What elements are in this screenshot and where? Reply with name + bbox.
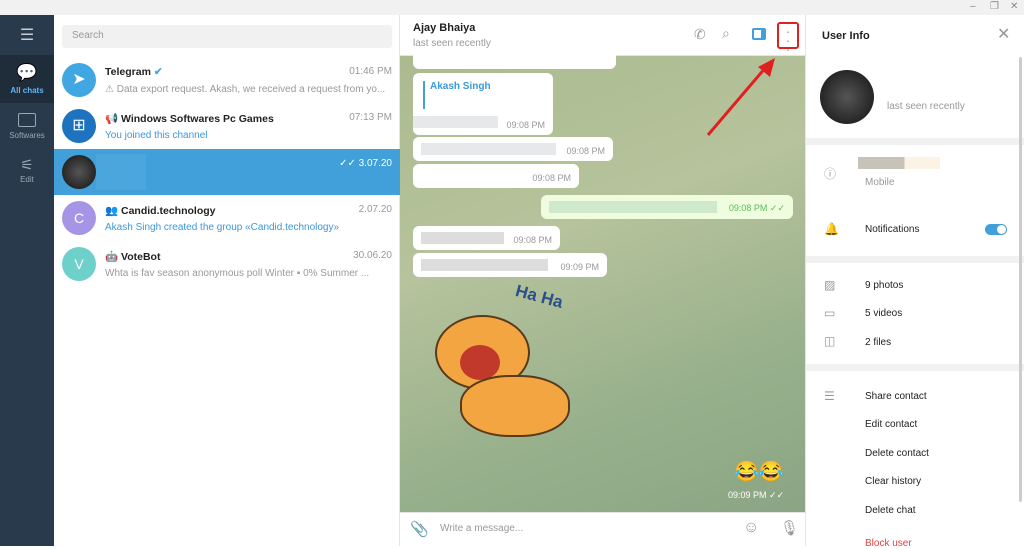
double-check-icon: ✓✓ [769,203,785,213]
delete-chat-button[interactable]: Delete chat [865,505,916,516]
message-time: 09:09 PM ✓✓ [728,490,785,500]
annotation-arrow [706,58,775,136]
telegram-avatar: ➤ [62,63,96,97]
sidebar-item-all-chats[interactable]: 💬 All chats [0,55,54,103]
user-status: last seen recently [887,101,965,112]
message-bubble [413,55,616,69]
info-icon: ⓘ [824,167,837,181]
chat-item-windows-softwares[interactable]: ⊞ 📢 Windows Softwares Pc Games 07:13 PM … [54,103,400,149]
share-contact-button[interactable]: Share contact [865,391,927,402]
message-bubble: 09:08 PM [413,226,560,250]
avatar [62,155,96,189]
avatar: V [62,247,96,281]
chat-item-candid[interactable]: C 👥 Candid.technology 2.07.20 Akash Sing… [54,195,400,241]
avatar: C [62,201,96,235]
scrollbar[interactable] [1019,57,1022,502]
sliders-icon: ⚟ [20,157,34,174]
panel-title: User Info [822,30,870,42]
chat-title[interactable]: Ajay Bhaiya [413,22,475,34]
chat-item-telegram[interactable]: ➤ Telegram ✔ 01:46 PM ⚠ Data export requ… [54,57,400,103]
phone-icon[interactable]: ✆ [694,26,706,43]
message-input-bar: 📎 Write a message... ☺ 🎙 [400,512,805,546]
sidebar-item-softwares[interactable]: Softwares [0,109,54,149]
title-bar: – ❐ ✕ [0,0,1024,15]
sidebar-toggle-icon[interactable] [752,28,766,40]
restore-icon[interactable]: ❐ [990,1,999,12]
redacted-name [96,154,146,190]
videos-link[interactable]: 5 videos [865,308,902,319]
bell-icon: 🔔 [824,222,839,236]
chat-panel: Ajay Bhaiya last seen recently ✆ ⌕ · · · A… [400,15,805,546]
chat-item-selected[interactable]: ✓✓ 3.07.20 [54,149,400,195]
chat-item-votebot[interactable]: V 🤖 VoteBot 30.06.20 Whta is fav season … [54,241,400,287]
redacted-phone [858,157,940,169]
clear-history-button[interactable]: Clear history [865,476,921,487]
chat-status: last seen recently [413,38,491,49]
emoji-icon[interactable]: ☺ [743,519,759,537]
chats-icon: 💬 [16,63,38,82]
sticker-ha-text: Ha Ha [513,281,565,312]
message-bubble: 09:09 PM [413,253,607,277]
chat-header: Ajay Bhaiya last seen recently ✆ ⌕ · · · [400,15,805,56]
message-input[interactable]: Write a message... [440,523,523,534]
message-bubble: 09:08 PM [413,164,579,188]
chat-list: Search ➤ Telegram ✔ 01:46 PM ⚠ Data expo… [54,15,400,546]
block-user-button[interactable]: Block user [865,538,912,549]
double-check-icon: ✓✓ [339,158,356,169]
delete-contact-button[interactable]: Delete contact [865,448,929,459]
folder-icon [18,113,36,127]
photos-link[interactable]: 9 photos [865,280,903,291]
minimize-icon[interactable]: – [970,1,976,12]
notifications-toggle[interactable] [985,224,1007,235]
sidebar-item-edit[interactable]: ⚟ Edit [0,157,54,197]
message-bubble-outgoing: 09:08 PM ✓✓ [541,195,793,219]
file-icon: ◫ [824,334,836,348]
video-icon: ▭ [824,306,836,320]
avatar[interactable] [820,70,874,124]
windows-avatar: ⊞ [62,109,96,143]
bot-icon: 🤖 [105,251,119,263]
microphone-icon[interactable]: 🎙 [780,519,799,537]
tiger-sticker: Ha Ha [430,281,580,440]
edit-contact-button[interactable]: Edit contact [865,419,917,430]
list-icon: ☰ [824,389,835,403]
message-bubble: 09:08 PM [413,137,613,161]
group-icon: 👥 [105,205,119,217]
close-icon[interactable]: ✕ [997,24,1010,44]
more-options-button[interactable]: · · · [777,22,799,56]
message-bubble-reply: Akash Singh 09:08 PM [413,73,553,135]
menu-icon[interactable]: ☰ [0,23,54,53]
double-check-icon: ✓✓ [769,490,785,500]
search-input[interactable]: Search [62,25,392,48]
files-link[interactable]: 2 files [865,337,891,348]
search-icon[interactable]: ⌕ [722,25,730,42]
channel-icon: 📢 [105,113,119,125]
verified-icon: ✔ [153,66,163,78]
photo-icon: ▨ [824,278,836,292]
user-info-panel: User Info ✕ last seen recently ⓘ Mobile … [805,15,1024,549]
folders-sidebar: ☰ 💬 All chats Softwares ⚟ Edit [0,15,54,546]
attach-icon[interactable]: 📎 [410,520,429,538]
close-window-icon[interactable]: ✕ [1010,1,1018,12]
laughing-emoji-icon: 😂😂 [734,461,784,483]
